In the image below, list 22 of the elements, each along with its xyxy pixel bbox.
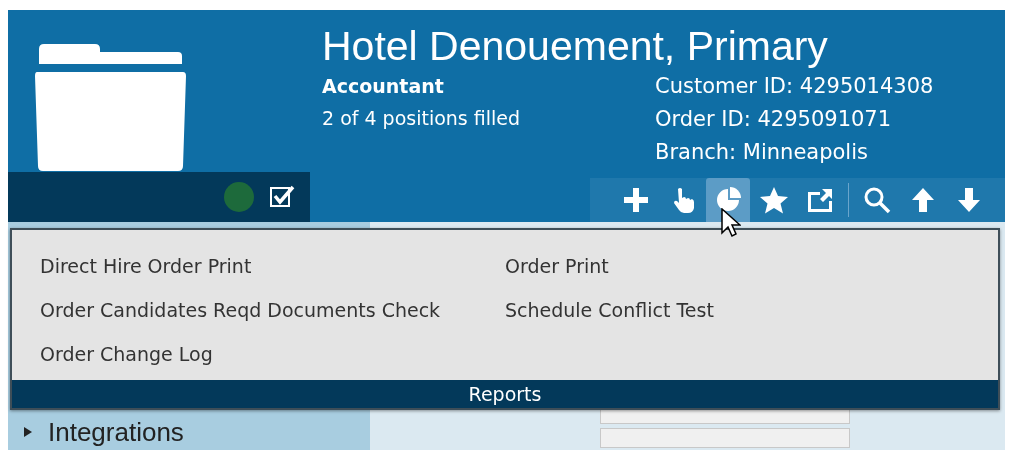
star-icon [759, 185, 789, 215]
record-title: Hotel Denouement, Primary [322, 22, 829, 70]
menu-item[interactable]: Order Print [505, 244, 714, 288]
search-icon [862, 185, 892, 215]
sidebar-item[interactable]: Integrations [8, 416, 190, 448]
caret-icon [22, 426, 34, 438]
detail-text: Branch: Minneapolis [655, 139, 869, 166]
folder-icon [35, 44, 187, 172]
pie-chart-button[interactable] [706, 178, 750, 222]
cursor-icon [721, 208, 741, 238]
detail-text: Order ID: 4295091071 [655, 106, 893, 133]
menu-item[interactable]: Direct Hire Order Print [40, 244, 505, 288]
checkbox-icon[interactable] [269, 184, 295, 210]
add-icon [621, 185, 651, 215]
position-title: Accountant [322, 74, 445, 99]
input-field[interactable] [600, 428, 850, 448]
menu-footer: Reports [12, 380, 998, 408]
menu-item[interactable]: Schedule Conflict Test [505, 288, 714, 332]
menu-item[interactable]: Order Change Log [40, 332, 505, 376]
menu-item[interactable]: Order Candidates Reqd Documents Check [40, 288, 505, 332]
detail-text: Customer ID: 4295014308 [655, 73, 934, 100]
positions-filled-text: 2 of 4 positions filled [322, 106, 522, 131]
